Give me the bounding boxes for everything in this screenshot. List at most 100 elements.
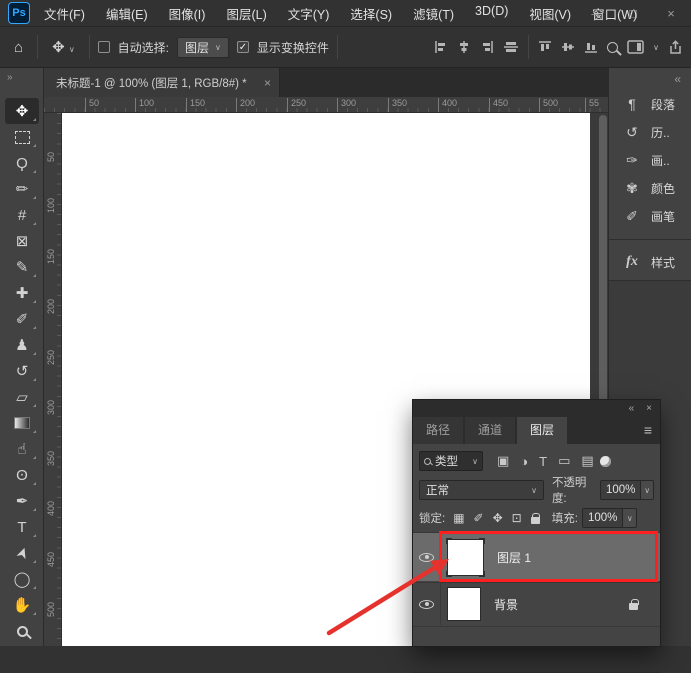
document-tab-title: 未标题-1 @ 100% (图层 1, RGB/8#) *	[56, 75, 247, 91]
options-bar: ⌂ ✥ ∨ 自动选择: 图层∨ ✓ 显示变换控件 ∨	[0, 27, 691, 68]
tab-paths[interactable]: 路径	[413, 417, 463, 444]
panel-button-brushes[interactable]: ✐ 画笔	[609, 202, 691, 230]
menu-layer[interactable]: 图层(L)	[226, 4, 266, 23]
search-icon[interactable]	[607, 42, 618, 53]
align-vertical-centers-icon[interactable]	[561, 40, 575, 54]
home-icon[interactable]: ⌂	[8, 39, 29, 56]
adjustment-layer-filter-icon[interactable]: ◑	[520, 454, 528, 469]
distribute-horizontal-icon[interactable]	[503, 40, 519, 54]
menu-select[interactable]: 选择(S)	[350, 4, 392, 23]
panel-button-brush-settings[interactable]: ✑ 画..	[609, 146, 691, 174]
menu-view[interactable]: 视图(V)	[529, 4, 571, 23]
layer-filter-dropdown[interactable]: 类型 ∨	[419, 451, 483, 471]
lock-position-icon[interactable]: ✥	[493, 511, 503, 525]
smudge-tool[interactable]: ☝	[5, 436, 39, 462]
brush-tool[interactable]: ✐	[5, 306, 39, 332]
auto-select-target-dropdown[interactable]: 图层∨	[177, 37, 229, 58]
panel-button-paragraph[interactable]: ¶ 段落	[609, 90, 691, 118]
panel-menu-icon[interactable]: ≡	[644, 422, 652, 438]
align-top-edges-icon[interactable]	[538, 40, 552, 54]
eraser-tool[interactable]: ▱	[5, 384, 39, 410]
menu-bar: Ps 文件(F) 编辑(E) 图像(I) 图层(L) 文字(Y) 选择(S) 滤…	[0, 0, 691, 27]
tool-bar: » ✥ Ϙ ✏ # ⊠ ✎ ✚ ✐ ♟ ↺ ▱ ☝ ʘ ✒ T ➤ ◯ ✋	[0, 68, 44, 646]
menu-image[interactable]: 图像(I)	[169, 4, 206, 23]
layer-thumbnail[interactable]	[447, 539, 484, 576]
type-layer-filter-icon[interactable]: T	[539, 454, 547, 469]
panel-button-color[interactable]: ✾ 颜色	[609, 174, 691, 202]
visibility-eye-icon[interactable]	[419, 553, 434, 562]
visibility-eye-icon[interactable]	[419, 600, 434, 609]
layer-name[interactable]: 图层 1	[497, 549, 531, 566]
rectangular-marquee-tool[interactable]	[5, 124, 39, 150]
panel-close-icon[interactable]: ×	[646, 403, 652, 414]
fill-chevron-icon[interactable]: ∨	[623, 508, 637, 528]
tab-channels[interactable]: 通道	[465, 417, 515, 444]
hand-tool[interactable]: ✋	[5, 592, 39, 618]
menu-filter[interactable]: 滤镜(T)	[413, 4, 454, 23]
smart-object-filter-icon[interactable]: ▤	[581, 453, 593, 469]
lock-image-pixels-icon[interactable]: ✐	[474, 511, 484, 525]
dodge-tool[interactable]: ʘ	[5, 462, 39, 488]
eyedropper-tool[interactable]: ✎	[5, 254, 39, 280]
blend-mode-row: 正常 ∨ 不透明度: 100% ∨	[419, 480, 654, 500]
lock-artboard-icon[interactable]: ⊡	[512, 511, 522, 525]
path-selection-tool[interactable]: ➤	[5, 540, 39, 566]
toolbar-collapse-icon[interactable]: »	[7, 72, 12, 83]
layer-lock-icon[interactable]	[629, 603, 638, 610]
layers-panel-titlebar: « ×	[413, 400, 660, 417]
blend-mode-dropdown[interactable]: 正常 ∨	[419, 480, 544, 500]
lock-label: 锁定:	[419, 510, 445, 526]
lasso-tool[interactable]: Ϙ	[5, 150, 39, 176]
healing-brush-tool[interactable]: ✚	[5, 280, 39, 306]
panel-button-history[interactable]: ↺ 历..	[609, 118, 691, 146]
marquee-icon	[15, 131, 30, 144]
show-transform-checkbox[interactable]: ✓	[237, 41, 249, 53]
layer-row-layer1[interactable]: 图层 1	[413, 533, 660, 581]
panel-button-styles[interactable]: fx 样式	[609, 248, 691, 276]
layer-row-background[interactable]: 背景	[413, 583, 660, 625]
layer-thumbnail[interactable]	[447, 587, 481, 621]
auto-select-checkbox[interactable]	[98, 41, 110, 53]
menu-type[interactable]: 文字(Y)	[288, 4, 330, 23]
menu-3d[interactable]: 3D(D)	[475, 4, 508, 23]
pen-tool[interactable]: ✒	[5, 488, 39, 514]
tab-layers[interactable]: 图层	[517, 417, 567, 444]
document-tab[interactable]: 未标题-1 @ 100% (图层 1, RGB/8#) * ×	[44, 68, 280, 97]
history-brush-tool[interactable]: ↺	[5, 358, 39, 384]
opacity-value[interactable]: 100%	[600, 480, 641, 500]
shape-layer-filter-icon[interactable]: ▭	[558, 453, 570, 469]
minimize-button[interactable]: –	[585, 6, 605, 21]
tab-close-icon[interactable]: ×	[264, 76, 271, 90]
menu-file[interactable]: 文件(F)	[44, 4, 85, 23]
ellipse-tool[interactable]: ◯	[5, 566, 39, 592]
lock-transparent-pixels-icon[interactable]: ▦	[453, 511, 464, 525]
menu-edit[interactable]: 编辑(E)	[106, 4, 148, 23]
quick-selection-tool[interactable]: ✏	[5, 176, 39, 202]
opacity-chevron-icon[interactable]: ∨	[641, 480, 654, 500]
document-tab-bar: 未标题-1 @ 100% (图层 1, RGB/8#) * ×	[44, 68, 608, 97]
dock-collapse-icon[interactable]: «	[674, 72, 681, 86]
close-button[interactable]: ×	[661, 6, 681, 21]
gradient-tool[interactable]	[5, 410, 39, 436]
clone-stamp-tool[interactable]: ♟	[5, 332, 39, 358]
layer-filter-toggle[interactable]	[600, 456, 611, 467]
zoom-tool[interactable]	[5, 618, 39, 644]
share-icon[interactable]	[668, 40, 683, 55]
layer-name[interactable]: 背景	[494, 596, 518, 613]
align-horizontal-centers-icon[interactable]	[457, 40, 471, 54]
fill-value[interactable]: 100%	[582, 508, 623, 528]
move-tool[interactable]: ✥	[5, 98, 39, 124]
frame-tool[interactable]: ⊠	[5, 228, 39, 254]
move-tool-preset-icon[interactable]: ✥ ∨	[46, 38, 81, 56]
crop-tool[interactable]: #	[5, 202, 39, 228]
panel-collapse-icon[interactable]: «	[629, 403, 635, 414]
align-bottom-edges-icon[interactable]	[584, 40, 598, 54]
maximize-button[interactable]: □	[623, 6, 643, 21]
pixel-layer-filter-icon[interactable]: ▣	[497, 453, 509, 469]
type-tool[interactable]: T	[5, 514, 39, 540]
workspace-chevron-icon[interactable]: ∨	[653, 43, 659, 52]
align-right-edges-icon[interactable]	[480, 40, 494, 54]
align-left-edges-icon[interactable]	[434, 40, 448, 54]
workspace-switcher-icon[interactable]	[627, 40, 644, 54]
lock-all-icon[interactable]	[531, 517, 540, 524]
